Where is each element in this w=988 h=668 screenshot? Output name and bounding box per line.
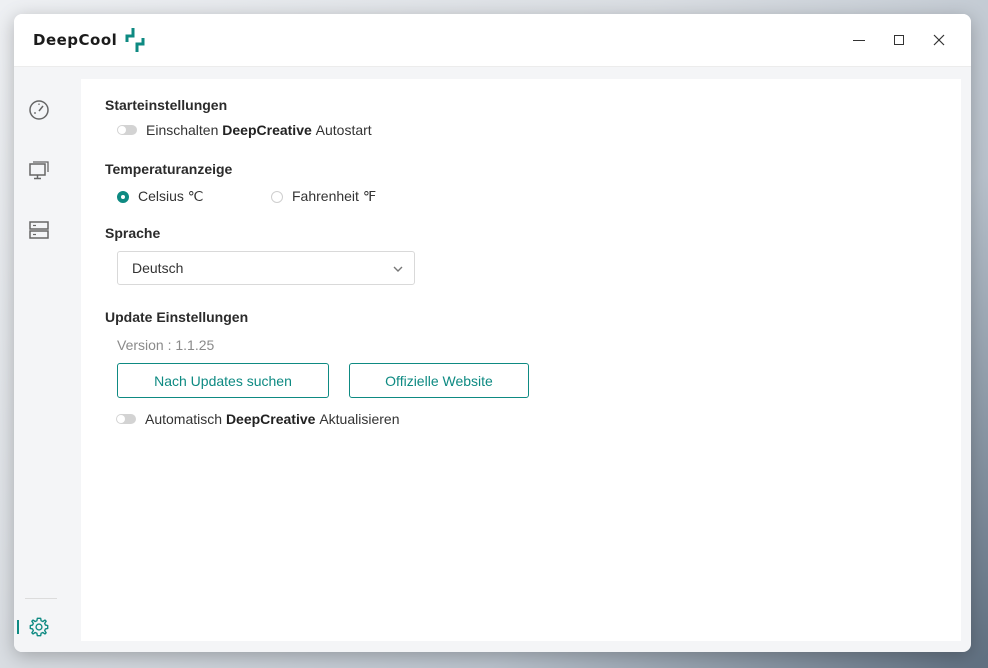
sidebar-item-settings[interactable] xyxy=(26,614,52,640)
fahrenheit-option[interactable]: Fahrenheit ℉ xyxy=(271,188,376,205)
autostart-label-prefix: Einschalten xyxy=(146,122,219,138)
storage-icon xyxy=(29,221,49,239)
celsius-radio[interactable] xyxy=(117,190,129,203)
close-icon xyxy=(933,34,945,46)
celsius-label: Celsius ℃ xyxy=(138,188,204,204)
update-heading: Update Einstellungen xyxy=(105,309,249,325)
sidebar-item-display[interactable] xyxy=(26,157,52,183)
maximize-button[interactable] xyxy=(879,24,919,56)
autostart-label-suffix: Autostart xyxy=(315,122,372,138)
check-updates-button[interactable]: Nach Updates suchen xyxy=(117,363,329,398)
auto-update-label-suffix: Aktualisieren xyxy=(319,411,400,427)
official-website-button[interactable]: Offizielle Website xyxy=(349,363,529,398)
sidebar xyxy=(14,67,68,652)
active-indicator xyxy=(17,620,19,634)
version-text: Version : 1.1.25 xyxy=(117,337,215,353)
fahrenheit-radio[interactable] xyxy=(271,190,283,203)
sidebar-divider xyxy=(25,598,57,599)
language-select[interactable]: Deutsch xyxy=(117,251,415,285)
settings-panel: Starteinstellungen Einschalten DeepCreat… xyxy=(81,79,961,641)
monitor-icon xyxy=(29,161,49,180)
celsius-option[interactable]: Celsius ℃ xyxy=(117,188,204,205)
chevron-down-icon xyxy=(393,266,403,272)
language-value: Deutsch xyxy=(132,260,184,276)
logo-mark-icon xyxy=(125,28,145,52)
speedometer-icon xyxy=(29,100,49,120)
auto-update-row: Automatisch DeepCreative Aktualisieren xyxy=(116,411,399,427)
minimize-button[interactable] xyxy=(839,24,879,56)
title-bar: DeepCool xyxy=(14,14,971,67)
maximize-icon xyxy=(894,35,904,45)
app-window: DeepCool Starteinstellungen Einschalten … xyxy=(14,14,971,652)
deepcool-logo: DeepCool xyxy=(33,26,145,54)
autostart-label-brand: DeepCreative xyxy=(222,122,312,138)
gear-icon xyxy=(29,617,49,637)
logo-text: DeepCool xyxy=(33,31,118,49)
startup-heading: Starteinstellungen xyxy=(105,97,228,113)
minimize-icon xyxy=(853,40,865,41)
language-heading: Sprache xyxy=(105,225,161,241)
auto-update-toggle[interactable] xyxy=(116,414,136,424)
auto-update-label-prefix: Automatisch xyxy=(145,411,223,427)
autostart-toggle[interactable] xyxy=(117,125,137,135)
auto-update-label-brand: DeepCreative xyxy=(225,411,316,427)
close-button[interactable] xyxy=(919,24,959,56)
sidebar-item-dashboard[interactable] xyxy=(26,97,52,123)
temperature-heading: Temperaturanzeige xyxy=(105,161,233,177)
sidebar-item-devices[interactable] xyxy=(26,217,52,243)
autostart-row: Einschalten DeepCreative Autostart xyxy=(117,122,372,138)
fahrenheit-label: Fahrenheit ℉ xyxy=(292,188,377,204)
